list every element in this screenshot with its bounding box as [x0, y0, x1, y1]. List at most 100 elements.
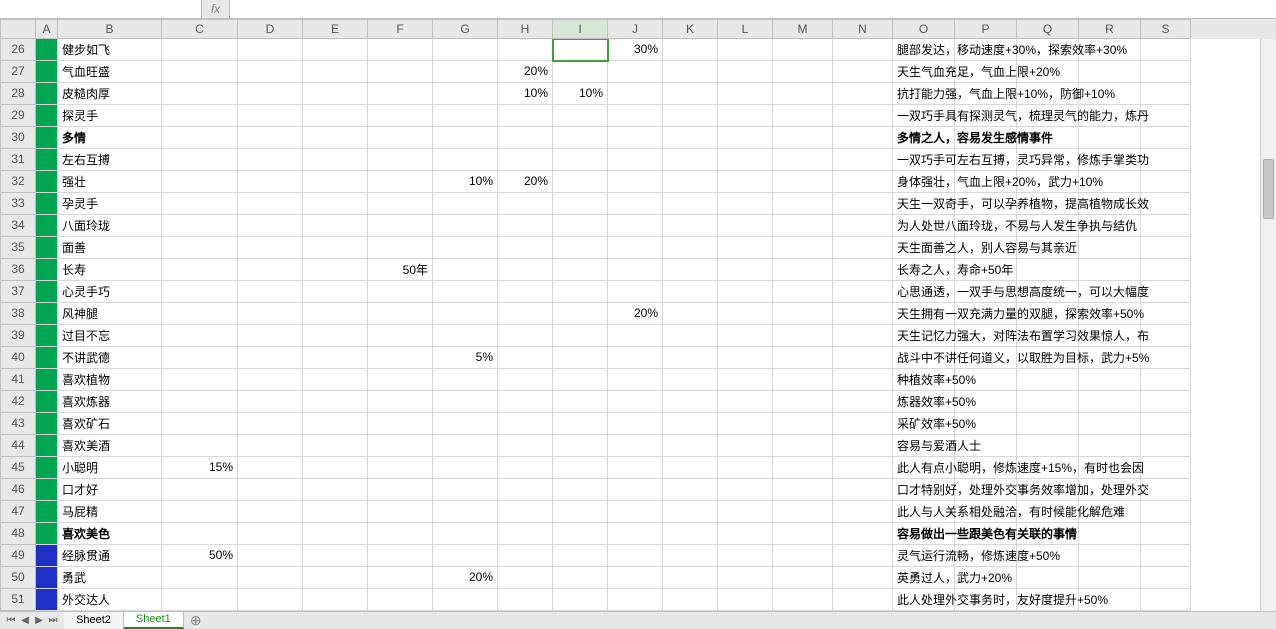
cell-H32[interactable]: 20%	[498, 171, 553, 193]
cell-B42[interactable]: 喜欢炼器	[58, 391, 162, 413]
cell-L26[interactable]	[718, 39, 773, 61]
cell-D28[interactable]	[238, 83, 303, 105]
cell-G44[interactable]	[433, 435, 498, 457]
tab-nav-prev[interactable]: ◀	[18, 613, 32, 627]
cell-A45[interactable]	[36, 457, 58, 479]
cell-A44[interactable]	[36, 435, 58, 457]
cell-F26[interactable]	[368, 39, 433, 61]
cell-O39[interactable]: 天生记忆力强大，对阵法布置学习效果惊人，布	[893, 325, 955, 347]
cell-B48[interactable]: 喜欢美色	[58, 523, 162, 545]
cell-K27[interactable]	[663, 61, 718, 83]
col-header-M[interactable]: M	[773, 19, 833, 39]
cell-O38[interactable]: 天生拥有一双充满力量的双腿，探索效率+50%	[893, 303, 955, 325]
cell-A41[interactable]	[36, 369, 58, 391]
cell-J50[interactable]	[608, 567, 663, 589]
cell-D46[interactable]	[238, 479, 303, 501]
cell-F27[interactable]	[368, 61, 433, 83]
cell-G46[interactable]	[433, 479, 498, 501]
cell-H49[interactable]	[498, 545, 553, 567]
cell-L36[interactable]	[718, 259, 773, 281]
cell-G35[interactable]	[433, 237, 498, 259]
cell-B27[interactable]: 气血旺盛	[58, 61, 162, 83]
cell-B50[interactable]: 勇武	[58, 567, 162, 589]
row-header[interactable]: 46	[0, 479, 36, 501]
cell-H43[interactable]	[498, 413, 553, 435]
cell-G41[interactable]	[433, 369, 498, 391]
cell-C51[interactable]	[162, 589, 238, 611]
cell-I35[interactable]	[553, 237, 608, 259]
row-header[interactable]: 45	[0, 457, 36, 479]
cell-H33[interactable]	[498, 193, 553, 215]
row-header[interactable]: 36	[0, 259, 36, 281]
cell-M31[interactable]	[773, 149, 833, 171]
cell-M35[interactable]	[773, 237, 833, 259]
row-header[interactable]: 27	[0, 61, 36, 83]
cell-C43[interactable]	[162, 413, 238, 435]
cell-H35[interactable]	[498, 237, 553, 259]
cell-E46[interactable]	[303, 479, 368, 501]
cell-M36[interactable]	[773, 259, 833, 281]
cell-A31[interactable]	[36, 149, 58, 171]
cell-D30[interactable]	[238, 127, 303, 149]
cell-N42[interactable]	[833, 391, 893, 413]
cell-J40[interactable]	[608, 347, 663, 369]
cell-B31[interactable]: 左右互搏	[58, 149, 162, 171]
cell-E39[interactable]	[303, 325, 368, 347]
cell-N31[interactable]	[833, 149, 893, 171]
cell-I47[interactable]	[553, 501, 608, 523]
cell-I34[interactable]	[553, 215, 608, 237]
cell-L43[interactable]	[718, 413, 773, 435]
cell-B35[interactable]: 面善	[58, 237, 162, 259]
cell-B39[interactable]: 过目不忘	[58, 325, 162, 347]
cell-N49[interactable]	[833, 545, 893, 567]
cell-O45[interactable]: 此人有点小聪明，修炼速度+15%，有时也会因	[893, 457, 955, 479]
cell-O33[interactable]: 天生一双奇手，可以孕养植物，提高植物成长效	[893, 193, 955, 215]
cell-C40[interactable]	[162, 347, 238, 369]
cell-F46[interactable]	[368, 479, 433, 501]
cell-K47[interactable]	[663, 501, 718, 523]
col-header-P[interactable]: P	[955, 19, 1017, 39]
cell-L51[interactable]	[718, 589, 773, 611]
cell-D36[interactable]	[238, 259, 303, 281]
cell-O35[interactable]: 天生面善之人，别人容易与其亲近	[893, 237, 955, 259]
cell-L32[interactable]	[718, 171, 773, 193]
cell-J49[interactable]	[608, 545, 663, 567]
cell-F41[interactable]	[368, 369, 433, 391]
cell-J48[interactable]	[608, 523, 663, 545]
cell-E34[interactable]	[303, 215, 368, 237]
cell-M44[interactable]	[773, 435, 833, 457]
cell-J34[interactable]	[608, 215, 663, 237]
cell-I39[interactable]	[553, 325, 608, 347]
cell-H38[interactable]	[498, 303, 553, 325]
cell-C45[interactable]: 15%	[162, 457, 238, 479]
cell-B47[interactable]: 马屁精	[58, 501, 162, 523]
row-header[interactable]: 50	[0, 567, 36, 589]
row-header[interactable]: 33	[0, 193, 36, 215]
cell-O42[interactable]: 炼器效率+50%	[893, 391, 955, 413]
cell-J32[interactable]	[608, 171, 663, 193]
cell-G36[interactable]	[433, 259, 498, 281]
cell-O40[interactable]: 战斗中不讲任何道义，以取胜为目标，武力+5%	[893, 347, 955, 369]
cell-C50[interactable]	[162, 567, 238, 589]
cell-B45[interactable]: 小聪明	[58, 457, 162, 479]
cell-B33[interactable]: 孕灵手	[58, 193, 162, 215]
cell-C33[interactable]	[162, 193, 238, 215]
cell-G30[interactable]	[433, 127, 498, 149]
cell-N38[interactable]	[833, 303, 893, 325]
tab-nav-next[interactable]: ▶	[32, 613, 46, 627]
cell-B49[interactable]: 经脉贯通	[58, 545, 162, 567]
cell-K35[interactable]	[663, 237, 718, 259]
cell-A39[interactable]	[36, 325, 58, 347]
cell-M32[interactable]	[773, 171, 833, 193]
cell-D40[interactable]	[238, 347, 303, 369]
cell-L47[interactable]	[718, 501, 773, 523]
cell-E44[interactable]	[303, 435, 368, 457]
cell-M40[interactable]	[773, 347, 833, 369]
sheet-tab-sheet2[interactable]: Sheet2	[64, 612, 124, 629]
cell-H34[interactable]	[498, 215, 553, 237]
cell-E28[interactable]	[303, 83, 368, 105]
row-header[interactable]: 49	[0, 545, 36, 567]
cell-G40[interactable]: 5%	[433, 347, 498, 369]
cell-M48[interactable]	[773, 523, 833, 545]
cell-K30[interactable]	[663, 127, 718, 149]
